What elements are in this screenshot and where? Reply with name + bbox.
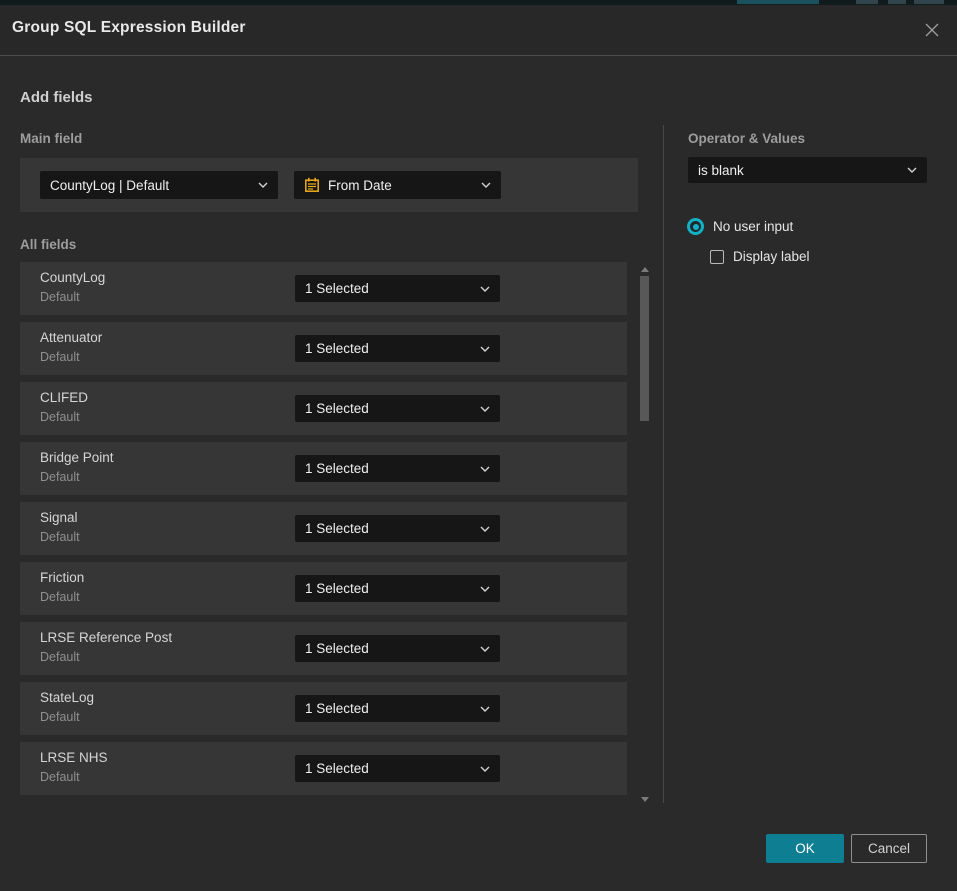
- all-fields-list: CountyLog Default 1 Selected Attenuator Defa…: [20, 262, 627, 802]
- backdrop-fragment: [888, 0, 906, 4]
- field-selection-value: 1 Selected: [305, 461, 369, 476]
- scrollbar-up-arrow-icon[interactable]: [641, 267, 649, 272]
- field-selection-dropdown[interactable]: 1 Selected: [295, 395, 500, 422]
- field-selection-value: 1 Selected: [305, 281, 369, 296]
- dialog-titlebar: Group SQL Expression Builder: [0, 5, 957, 55]
- chevron-down-icon: [907, 167, 917, 173]
- scrollbar-thumb[interactable]: [640, 276, 649, 421]
- field-selection-value: 1 Selected: [305, 641, 369, 656]
- field-name: LRSE NHS: [40, 750, 108, 765]
- ok-button[interactable]: OK: [766, 834, 844, 863]
- field-row: Signal Default 1 Selected: [20, 502, 627, 555]
- no-user-input-label: No user input: [713, 219, 793, 234]
- chevron-down-icon: [480, 586, 490, 592]
- backdrop-fragment: [914, 0, 944, 4]
- radio-selected-icon: [687, 218, 704, 235]
- field-name: Signal: [40, 510, 78, 525]
- chevron-down-icon: [480, 346, 490, 352]
- chevron-down-icon: [480, 526, 490, 532]
- field-selection-dropdown[interactable]: 1 Selected: [295, 275, 500, 302]
- field-row: Attenuator Default 1 Selected: [20, 322, 627, 375]
- field-subtitle: Default: [40, 470, 80, 484]
- field-selection-dropdown[interactable]: 1 Selected: [295, 455, 500, 482]
- all-fields-label: All fields: [20, 237, 76, 252]
- field-name: Friction: [40, 570, 84, 585]
- titlebar-divider: [0, 55, 957, 56]
- field-selection-dropdown[interactable]: 1 Selected: [295, 575, 500, 602]
- field-subtitle: Default: [40, 290, 80, 304]
- dialog-title: Group SQL Expression Builder: [12, 19, 246, 37]
- field-subtitle: Default: [40, 530, 80, 544]
- field-selection-value: 1 Selected: [305, 761, 369, 776]
- add-fields-heading: Add fields: [20, 89, 93, 106]
- field-selection-value: 1 Selected: [305, 701, 369, 716]
- field-subtitle: Default: [40, 410, 80, 424]
- field-row: CLIFED Default 1 Selected: [20, 382, 627, 435]
- field-name: StateLog: [40, 690, 94, 705]
- field-selection-value: 1 Selected: [305, 521, 369, 536]
- chevron-down-icon: [480, 286, 490, 292]
- field-name: CountyLog: [40, 270, 105, 285]
- field-row: Friction Default 1 Selected: [20, 562, 627, 615]
- backdrop-fragment: [856, 0, 878, 4]
- screen: Group SQL Expression Builder Add fields …: [0, 0, 957, 891]
- group-sql-expression-builder-dialog: Group SQL Expression Builder Add fields …: [0, 5, 957, 891]
- field-row: LRSE Reference Post Default 1 Selected: [20, 622, 627, 675]
- list-scrollbar[interactable]: [638, 262, 651, 807]
- field-selection-value: 1 Selected: [305, 341, 369, 356]
- calendar-icon: [304, 177, 320, 193]
- vertical-divider: [663, 125, 664, 803]
- operator-dropdown[interactable]: is blank: [688, 157, 927, 183]
- operator-values-label: Operator & Values: [688, 131, 805, 146]
- field-subtitle: Default: [40, 590, 80, 604]
- field-name: LRSE Reference Post: [40, 630, 172, 645]
- field-row: CountyLog Default 1 Selected: [20, 262, 627, 315]
- chevron-down-icon: [481, 182, 491, 188]
- field-name: Attenuator: [40, 330, 102, 345]
- field-name: CLIFED: [40, 390, 88, 405]
- display-label-checkbox[interactable]: Display label: [710, 249, 810, 264]
- field-subtitle: Default: [40, 350, 80, 364]
- field-name: Bridge Point: [40, 450, 114, 465]
- field-subtitle: Default: [40, 710, 80, 724]
- main-field-dropdown-value: From Date: [328, 178, 392, 193]
- main-field-panel: CountyLog | Default From Date: [20, 158, 638, 212]
- scrollbar-down-arrow-icon[interactable]: [641, 797, 649, 802]
- checkbox-unchecked-icon: [710, 250, 724, 264]
- field-row: Bridge Point Default 1 Selected: [20, 442, 627, 495]
- field-selection-dropdown[interactable]: 1 Selected: [295, 635, 500, 662]
- main-layer-dropdown[interactable]: CountyLog | Default: [40, 171, 278, 199]
- cancel-button[interactable]: Cancel: [851, 834, 927, 863]
- field-subtitle: Default: [40, 650, 80, 664]
- chevron-down-icon: [480, 646, 490, 652]
- field-row: StateLog Default 1 Selected: [20, 682, 627, 735]
- field-selection-dropdown[interactable]: 1 Selected: [295, 515, 500, 542]
- field-selection-value: 1 Selected: [305, 581, 369, 596]
- field-selection-value: 1 Selected: [305, 401, 369, 416]
- field-row: LRSE NHS Default 1 Selected: [20, 742, 627, 795]
- chevron-down-icon: [480, 466, 490, 472]
- backdrop-fragment: [737, 0, 819, 4]
- close-icon[interactable]: [920, 18, 944, 42]
- main-field-dropdown[interactable]: From Date: [294, 171, 501, 199]
- main-layer-dropdown-value: CountyLog | Default: [50, 178, 169, 193]
- field-selection-dropdown[interactable]: 1 Selected: [295, 755, 500, 782]
- chevron-down-icon: [258, 182, 268, 188]
- display-label-label: Display label: [733, 249, 810, 264]
- chevron-down-icon: [480, 706, 490, 712]
- chevron-down-icon: [480, 406, 490, 412]
- no-user-input-radio[interactable]: No user input: [687, 218, 793, 235]
- field-subtitle: Default: [40, 770, 80, 784]
- main-field-label: Main field: [20, 131, 82, 146]
- operator-dropdown-value: is blank: [698, 163, 744, 178]
- field-selection-dropdown[interactable]: 1 Selected: [295, 695, 500, 722]
- chevron-down-icon: [480, 766, 490, 772]
- field-selection-dropdown[interactable]: 1 Selected: [295, 335, 500, 362]
